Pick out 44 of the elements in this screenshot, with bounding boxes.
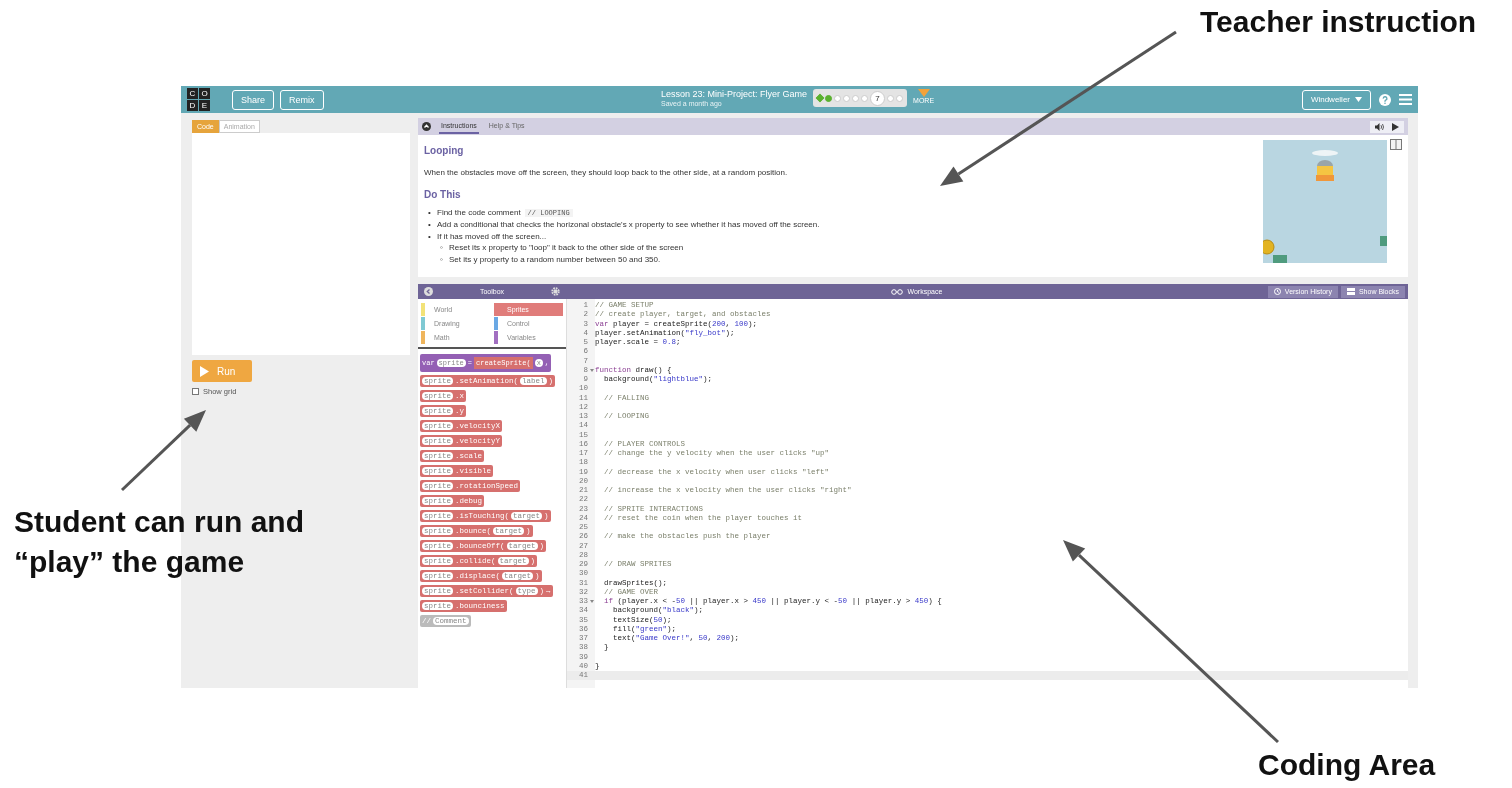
split-view-icon[interactable] [1390, 139, 1402, 150]
annotation-label: Coding Area [1258, 747, 1436, 783]
fold-icon[interactable] [589, 368, 594, 372]
menu-icon[interactable] [1399, 94, 1412, 105]
lesson-title: Lesson 23: Mini-Project: Flyer Game [661, 89, 808, 99]
level-dot[interactable] [843, 94, 851, 102]
glasses-icon [891, 288, 904, 295]
play-icon [200, 365, 209, 377]
header-button[interactable]: Share [232, 89, 275, 110]
annotation-label: Student can run and “play” the game [14, 504, 305, 580]
blocks-icon [1346, 288, 1355, 295]
bullet-marker: ◦ [440, 243, 444, 252]
caret-icon [1355, 97, 1362, 102]
level-dot[interactable] [861, 94, 869, 102]
instruction-step: Reset its x property to "loop" it back to the other side of the screen [449, 243, 684, 252]
settings-icon[interactable] [551, 287, 560, 296]
instruction-heading: Do This [424, 189, 462, 200]
instruction-text: When the obstacles move off the screen, they should loop back to the other side, at a random position. [424, 168, 789, 177]
instruction-step: Find the code comment [437, 208, 521, 217]
annotation-label: Teacher instruction [1200, 4, 1477, 40]
help-icon[interactable] [1379, 93, 1391, 106]
fold-icon[interactable] [589, 600, 594, 604]
current-level[interactable]: 7 [870, 90, 886, 106]
instruction-step: If it has moved off the screen... [437, 232, 547, 241]
instruction-heading: Looping [424, 145, 465, 156]
play-icon[interactable] [1392, 122, 1399, 131]
bullet-marker: • [428, 208, 432, 217]
header-button[interactable]: Remix [280, 89, 324, 110]
clock-icon [1273, 288, 1281, 295]
speaker-icon[interactable] [1375, 122, 1384, 131]
level-dot[interactable] [825, 94, 833, 102]
checkbox[interactable] [192, 388, 199, 395]
instruction-step: Set its y property to a random number between 50 and 350. [449, 255, 661, 264]
level-dot[interactable] [896, 94, 904, 102]
bullet-marker: • [428, 220, 432, 229]
run-button[interactable]: Run [192, 360, 252, 382]
user-menu[interactable]: Windweller [1301, 89, 1371, 110]
bullet-marker: ◦ [440, 255, 444, 264]
level-dot[interactable] [887, 94, 895, 102]
level-dot[interactable] [834, 94, 842, 102]
level-dot[interactable] [852, 94, 860, 102]
bullet-marker: • [428, 232, 432, 241]
collapse-icon[interactable] [422, 122, 431, 131]
instruction-step: Add a conditional that checks the horizonal obstacle's x property to see whether it has moved off the screen. [437, 220, 820, 229]
